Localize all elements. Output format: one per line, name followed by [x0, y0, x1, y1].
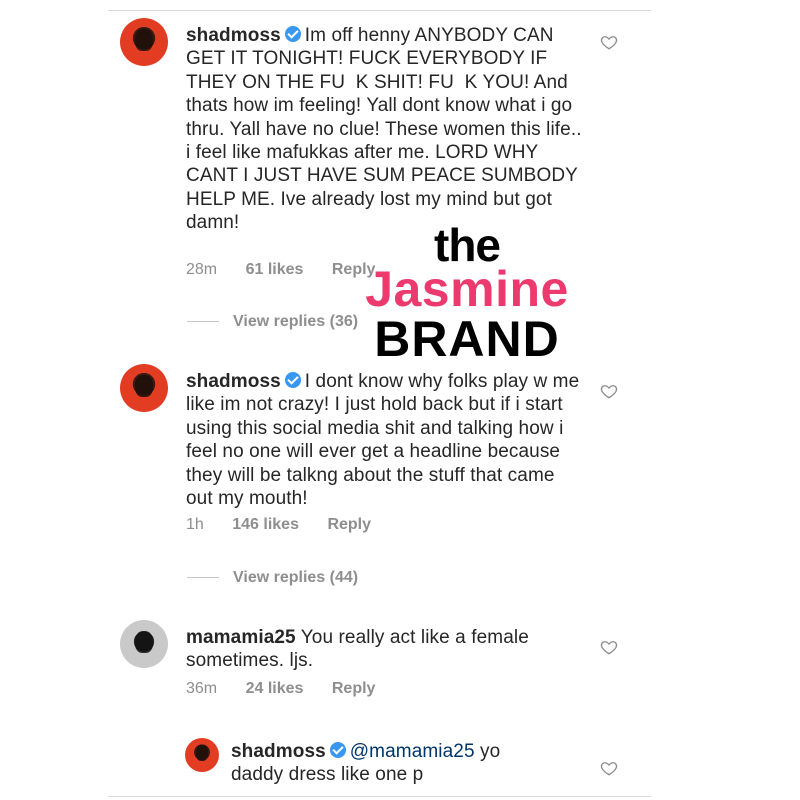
comment-time: 28m	[186, 261, 218, 278]
mention-link[interactable]: @mamamia25	[350, 741, 475, 762]
avatar[interactable]	[185, 738, 219, 772]
watermark-brand: BRAND	[374, 311, 560, 367]
heart-icon[interactable]	[600, 638, 618, 656]
avatar[interactable]	[120, 364, 168, 412]
avatar-face	[135, 28, 153, 51]
view-replies-label: View replies (36)	[233, 313, 359, 330]
verified-badge-icon	[284, 372, 301, 388]
comment-2: shadmoss I dont know why folks play w me …	[120, 364, 640, 564]
comment-time: 36m	[186, 680, 218, 697]
view-replies-label: View replies (44)	[233, 569, 359, 586]
verified-badge-icon	[329, 742, 346, 758]
comment-meta: 36m 24 likes Reply	[186, 680, 399, 698]
comment-time: 1h	[186, 516, 204, 533]
comment-body: shadmoss Im off henny ANYBODY CAN GET IT …	[186, 24, 586, 235]
comment-body: shadmoss @mamamia25 yo daddy dress like o…	[231, 740, 531, 787]
avatar-face	[195, 745, 209, 762]
reply-comment: shadmoss @mamamia25 yo daddy dress like o…	[185, 738, 640, 794]
comment-text: Im off henny ANYBODY CAN GET IT TONIGHT!…	[186, 25, 587, 234]
verified-badge-icon	[284, 26, 301, 42]
reply-button[interactable]: Reply	[332, 680, 376, 697]
avatar-face	[135, 630, 153, 653]
avatar[interactable]	[120, 18, 168, 66]
heart-icon[interactable]	[600, 33, 618, 51]
username[interactable]: mamamia25	[186, 627, 296, 648]
comment-3: mamamia25 You really act like a female s…	[120, 620, 640, 720]
top-divider	[108, 10, 651, 11]
heart-icon[interactable]	[600, 759, 618, 777]
likes-count[interactable]: 24 likes	[246, 680, 304, 697]
username[interactable]: shadmoss	[186, 25, 281, 46]
avatar-face	[135, 374, 153, 397]
likes-count[interactable]: 61 likes	[246, 261, 304, 278]
comment-meta: 1h 146 likes Reply	[186, 516, 395, 534]
view-replies-button[interactable]: View replies (44)	[187, 569, 358, 587]
username[interactable]: shadmoss	[231, 741, 326, 762]
comment-body: shadmoss I dont know why folks play w me …	[186, 370, 586, 510]
watermark-jasmine: Jasmine	[365, 261, 569, 317]
view-replies-button[interactable]: View replies (36)	[187, 313, 358, 331]
username[interactable]: shadmoss	[186, 371, 281, 392]
reply-button[interactable]: Reply	[327, 516, 371, 533]
comment-body: mamamia25 You really act like a female s…	[186, 626, 586, 673]
avatar[interactable]	[120, 620, 168, 668]
bottom-divider	[108, 796, 651, 797]
dash-line	[187, 321, 219, 323]
watermark-logo: the Jasmine BRAND	[352, 222, 582, 364]
likes-count[interactable]: 146 likes	[232, 516, 299, 533]
heart-icon[interactable]	[600, 382, 618, 400]
dash-line	[187, 577, 219, 579]
